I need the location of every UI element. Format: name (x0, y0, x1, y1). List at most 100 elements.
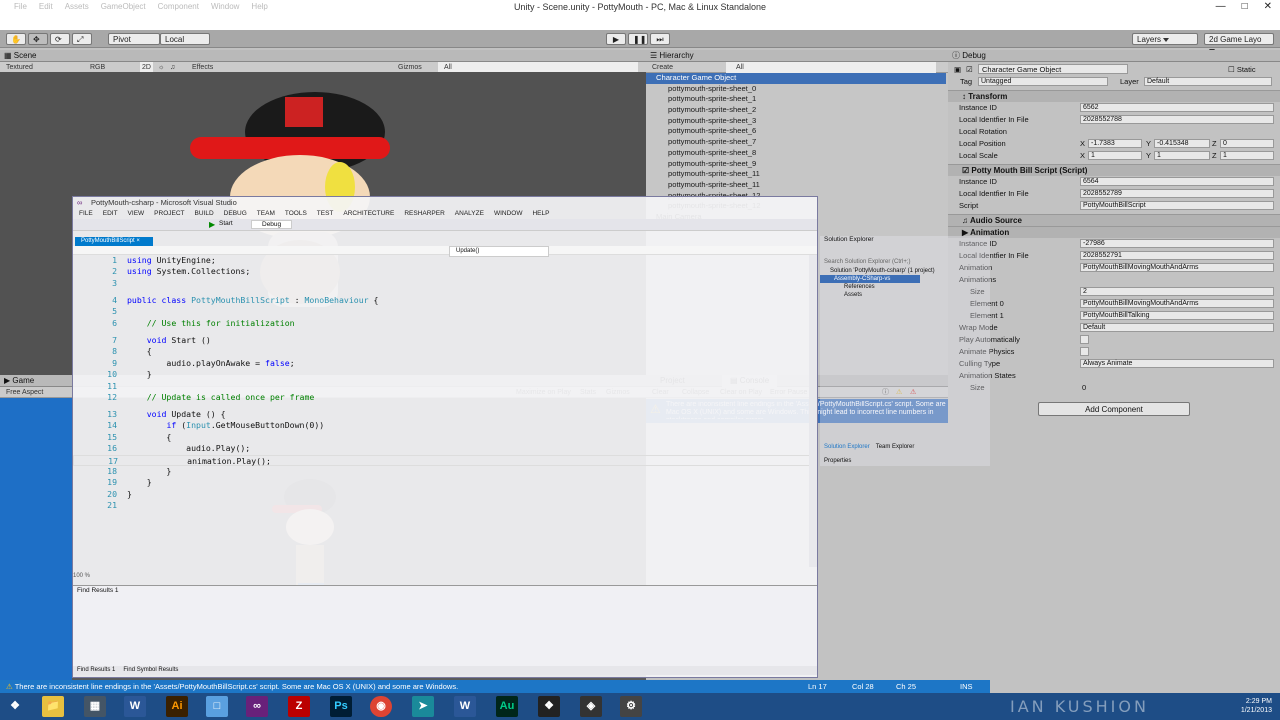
hand-tool-button[interactable]: ✋ (6, 33, 26, 45)
taskbar-visual-studio[interactable]: ∞ (246, 696, 268, 717)
taskbar-app-3[interactable]: ⚙ (620, 696, 642, 717)
wrap-mode-dropdown[interactable]: Default (1080, 323, 1274, 332)
vs-menu-team[interactable]: TEAM (257, 209, 275, 219)
vs-menu-build[interactable]: BUILD (195, 209, 214, 219)
find-results-tab[interactable]: Find Results 1 (77, 666, 115, 675)
hierarchy-item[interactable]: pottymouth-sprite-sheet_8 (646, 148, 948, 159)
position-x-field[interactable]: -1.7383 (1088, 139, 1142, 148)
taskbar-illustrator[interactable]: Ai (166, 696, 188, 717)
add-component-button[interactable]: Add Component (1038, 402, 1190, 416)
script-reference-field[interactable]: PottyMouthBillScript (1080, 201, 1274, 210)
taskbar-task-manager[interactable]: ▦ (84, 696, 106, 717)
culling-type-dropdown[interactable]: Always Animate (1080, 359, 1274, 368)
taskbar-app-2[interactable]: ❖ (538, 696, 560, 717)
code-editor[interactable]: 1 using UnityEngine; 2 using System.Collec… (73, 255, 811, 575)
vs-menu-window[interactable]: WINDOW (494, 209, 523, 219)
taskbar-explorer[interactable]: 📁 (42, 696, 64, 717)
animation-instance-id-field[interactable]: -27986 (1080, 239, 1274, 248)
vs-start-icon[interactable]: ▶ (209, 220, 215, 229)
vs-menu-analyze[interactable]: ANALYZE (455, 209, 484, 219)
object-name-field[interactable]: Character Game Object (978, 64, 1128, 74)
local-rotation-foldout[interactable]: Local Rotation (959, 126, 1007, 138)
taskbar-filezilla[interactable]: Z (288, 696, 310, 717)
create-dropdown[interactable]: Create (652, 64, 673, 71)
animation-clip-field[interactable]: PottyMouthBillMovingMouthAndArms (1080, 263, 1274, 272)
hierarchy-item[interactable]: Character Game Object (646, 73, 946, 84)
scale-tool-button[interactable]: ⤢ (72, 33, 92, 45)
vs-doc-tab[interactable]: PottyMouthBillScript × (75, 237, 153, 246)
maximize-button[interactable]: □ (1242, 1, 1248, 12)
taskbar-folder[interactable]: □ (206, 696, 228, 717)
hierarchy-item[interactable]: pottymouth-sprite-sheet_11 (646, 169, 948, 180)
hierarchy-item[interactable]: pottymouth-sprite-sheet_6 (646, 126, 948, 137)
vs-start-button[interactable]: Start (219, 220, 233, 227)
hierarchy-item[interactable]: pottymouth-sprite-sheet_2 (646, 105, 948, 116)
local-identifier-field[interactable]: 2028552788 (1080, 115, 1274, 124)
position-y-field[interactable]: -0.415348 (1154, 139, 1210, 148)
script-header[interactable]: ☑ Potty Mouth Bill Script (Script) (948, 164, 1280, 176)
local-button[interactable]: Local (160, 33, 210, 45)
start-button[interactable]: ❖ (4, 696, 26, 717)
element-0-field[interactable]: PottyMouthBillMovingMouthAndArms (1080, 299, 1274, 308)
hierarchy-item[interactable]: pottymouth-sprite-sheet_1 (646, 94, 948, 105)
layers-dropdown[interactable]: Layers (1132, 33, 1198, 45)
vs-menu-resharper[interactable]: RESHARPER (404, 209, 444, 219)
script-instance-id-field[interactable]: 6564 (1080, 177, 1274, 186)
tag-dropdown[interactable]: Untagged (978, 77, 1108, 86)
solution-item[interactable]: Assets (820, 291, 990, 299)
vs-menu-view[interactable]: VIEW (128, 209, 145, 219)
active-checkbox[interactable]: ☑ (966, 64, 973, 76)
scale-x-field[interactable]: 1 (1088, 151, 1142, 160)
hierarchy-item[interactable]: pottymouth-sprite-sheet_7 (646, 137, 948, 148)
taskbar-word[interactable]: W (124, 696, 146, 717)
inspector-tab[interactable]: ⓘ Debug (948, 50, 1280, 62)
status-message[interactable]: There are inconsistent line endings in t… (15, 682, 458, 691)
animation-header[interactable]: ▶ Animation (948, 226, 1280, 238)
play-button[interactable]: ▶ (606, 33, 626, 45)
static-checkbox[interactable]: ☐ Static (1228, 64, 1256, 76)
zoom-level[interactable]: 100 % (73, 573, 90, 579)
scene-tab[interactable]: ▦ Scene (0, 50, 646, 62)
vs-menu-edit[interactable]: EDIT (103, 209, 118, 219)
solution-item[interactable]: Solution 'PottyMouth-csharp' (1 project) (820, 267, 990, 275)
scale-z-field[interactable]: 1 (1220, 151, 1274, 160)
instance-id-field[interactable]: 6562 (1080, 103, 1274, 112)
pivot-button[interactable]: Pivot (108, 33, 160, 45)
close-tab-icon[interactable]: × (136, 238, 140, 244)
hierarchy-tab[interactable]: ☰ Hierarchy (646, 50, 948, 62)
pause-button[interactable]: ❚❚ (628, 33, 648, 45)
animation-local-identifier-field[interactable]: 2028552791 (1080, 251, 1274, 260)
vs-menu-debug[interactable]: DEBUG (224, 209, 247, 219)
element-1-field[interactable]: PottyMouthBillTalking (1080, 311, 1274, 320)
solution-search-input[interactable]: Search Solution Explorer (Ctrl+;) (820, 258, 990, 267)
animations-size-field[interactable]: 2 (1080, 287, 1274, 296)
vs-menu-test[interactable]: TEST (317, 209, 334, 219)
position-z-field[interactable]: 0 (1220, 139, 1274, 148)
taskbar-photoshop[interactable]: Ps (330, 696, 352, 717)
taskbar-app[interactable]: ➤ (412, 696, 434, 717)
taskbar-word-2[interactable]: W (454, 696, 476, 717)
layout-dropdown[interactable]: 2d Game Layo (1204, 33, 1274, 53)
vs-menu-architecture[interactable]: ARCHITECTURE (343, 209, 394, 219)
close-button[interactable]: ✕ (1264, 1, 1272, 12)
taskbar-unity[interactable]: ◈ (580, 696, 602, 717)
solution-item[interactable]: References (820, 283, 990, 291)
vs-scrollbar[interactable] (809, 255, 817, 567)
solution-item[interactable]: Assembly-CSharp-vs (820, 275, 920, 283)
team-explorer-tab[interactable]: Team Explorer (876, 444, 915, 450)
layer-dropdown[interactable]: Default (1144, 77, 1272, 86)
clock[interactable]: 2:29 PM 1/21/2013 (1241, 697, 1272, 715)
audio-source-header[interactable]: ♫ Audio Source (948, 214, 1280, 226)
find-symbol-results-tab[interactable]: Find Symbol Results (123, 666, 178, 675)
vs-menu-file[interactable]: FILE (79, 209, 93, 219)
step-button[interactable]: ⏭ (650, 33, 670, 45)
rotate-tool-button[interactable]: ⟳ (50, 33, 70, 45)
script-local-identifier-field[interactable]: 2028552789 (1080, 189, 1274, 198)
play-automatically-checkbox[interactable] (1080, 335, 1089, 344)
taskbar-chrome[interactable]: ◉ (370, 696, 392, 717)
solution-explorer-tab[interactable]: Solution Explorer (824, 444, 870, 450)
taskbar-audition[interactable]: Au (496, 696, 518, 717)
hierarchy-item[interactable]: pottymouth-sprite-sheet_3 (646, 116, 948, 127)
vs-menu-help[interactable]: HELP (532, 209, 549, 219)
aspect-dropdown[interactable]: Free Aspect (6, 389, 43, 396)
